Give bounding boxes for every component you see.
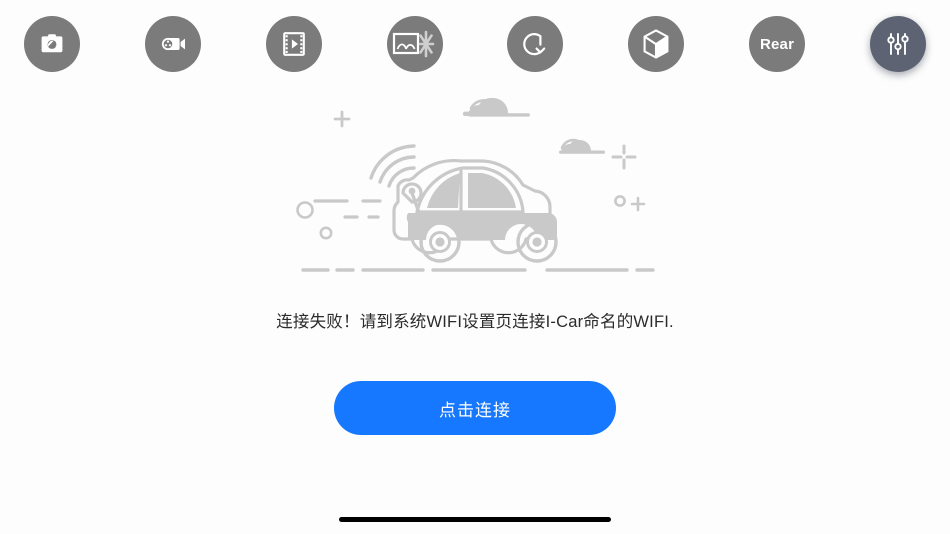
rotate-icon — [521, 30, 549, 58]
photo-effects-button[interactable] — [386, 16, 443, 72]
camera-icon — [39, 31, 65, 57]
rear-camera-label: Rear — [759, 35, 795, 53]
rotate-view-button[interactable] — [507, 16, 564, 72]
top-toolbar: Rear — [0, 0, 950, 88]
home-indicator[interactable] — [339, 517, 611, 522]
photo-capture-button[interactable] — [24, 16, 80, 72]
sliders-icon — [885, 31, 911, 57]
film-play-icon — [282, 31, 306, 57]
image-sparkle-icon — [391, 27, 439, 61]
three-d-view-button[interactable] — [628, 16, 685, 72]
rear-camera-button[interactable]: Rear — [749, 16, 806, 72]
cube-icon — [642, 29, 670, 59]
settings-button[interactable] — [869, 16, 926, 72]
car-wifi-illustration — [275, 90, 675, 290]
connect-button[interactable]: 点击连接 — [334, 381, 616, 435]
video-record-button[interactable] — [144, 16, 201, 72]
video-camera-icon — [159, 31, 187, 57]
video-gallery-button[interactable] — [265, 16, 322, 72]
status-message: 连接失败！请到系统WIFI设置页连接I-Car命名的WIFI. — [276, 313, 674, 331]
